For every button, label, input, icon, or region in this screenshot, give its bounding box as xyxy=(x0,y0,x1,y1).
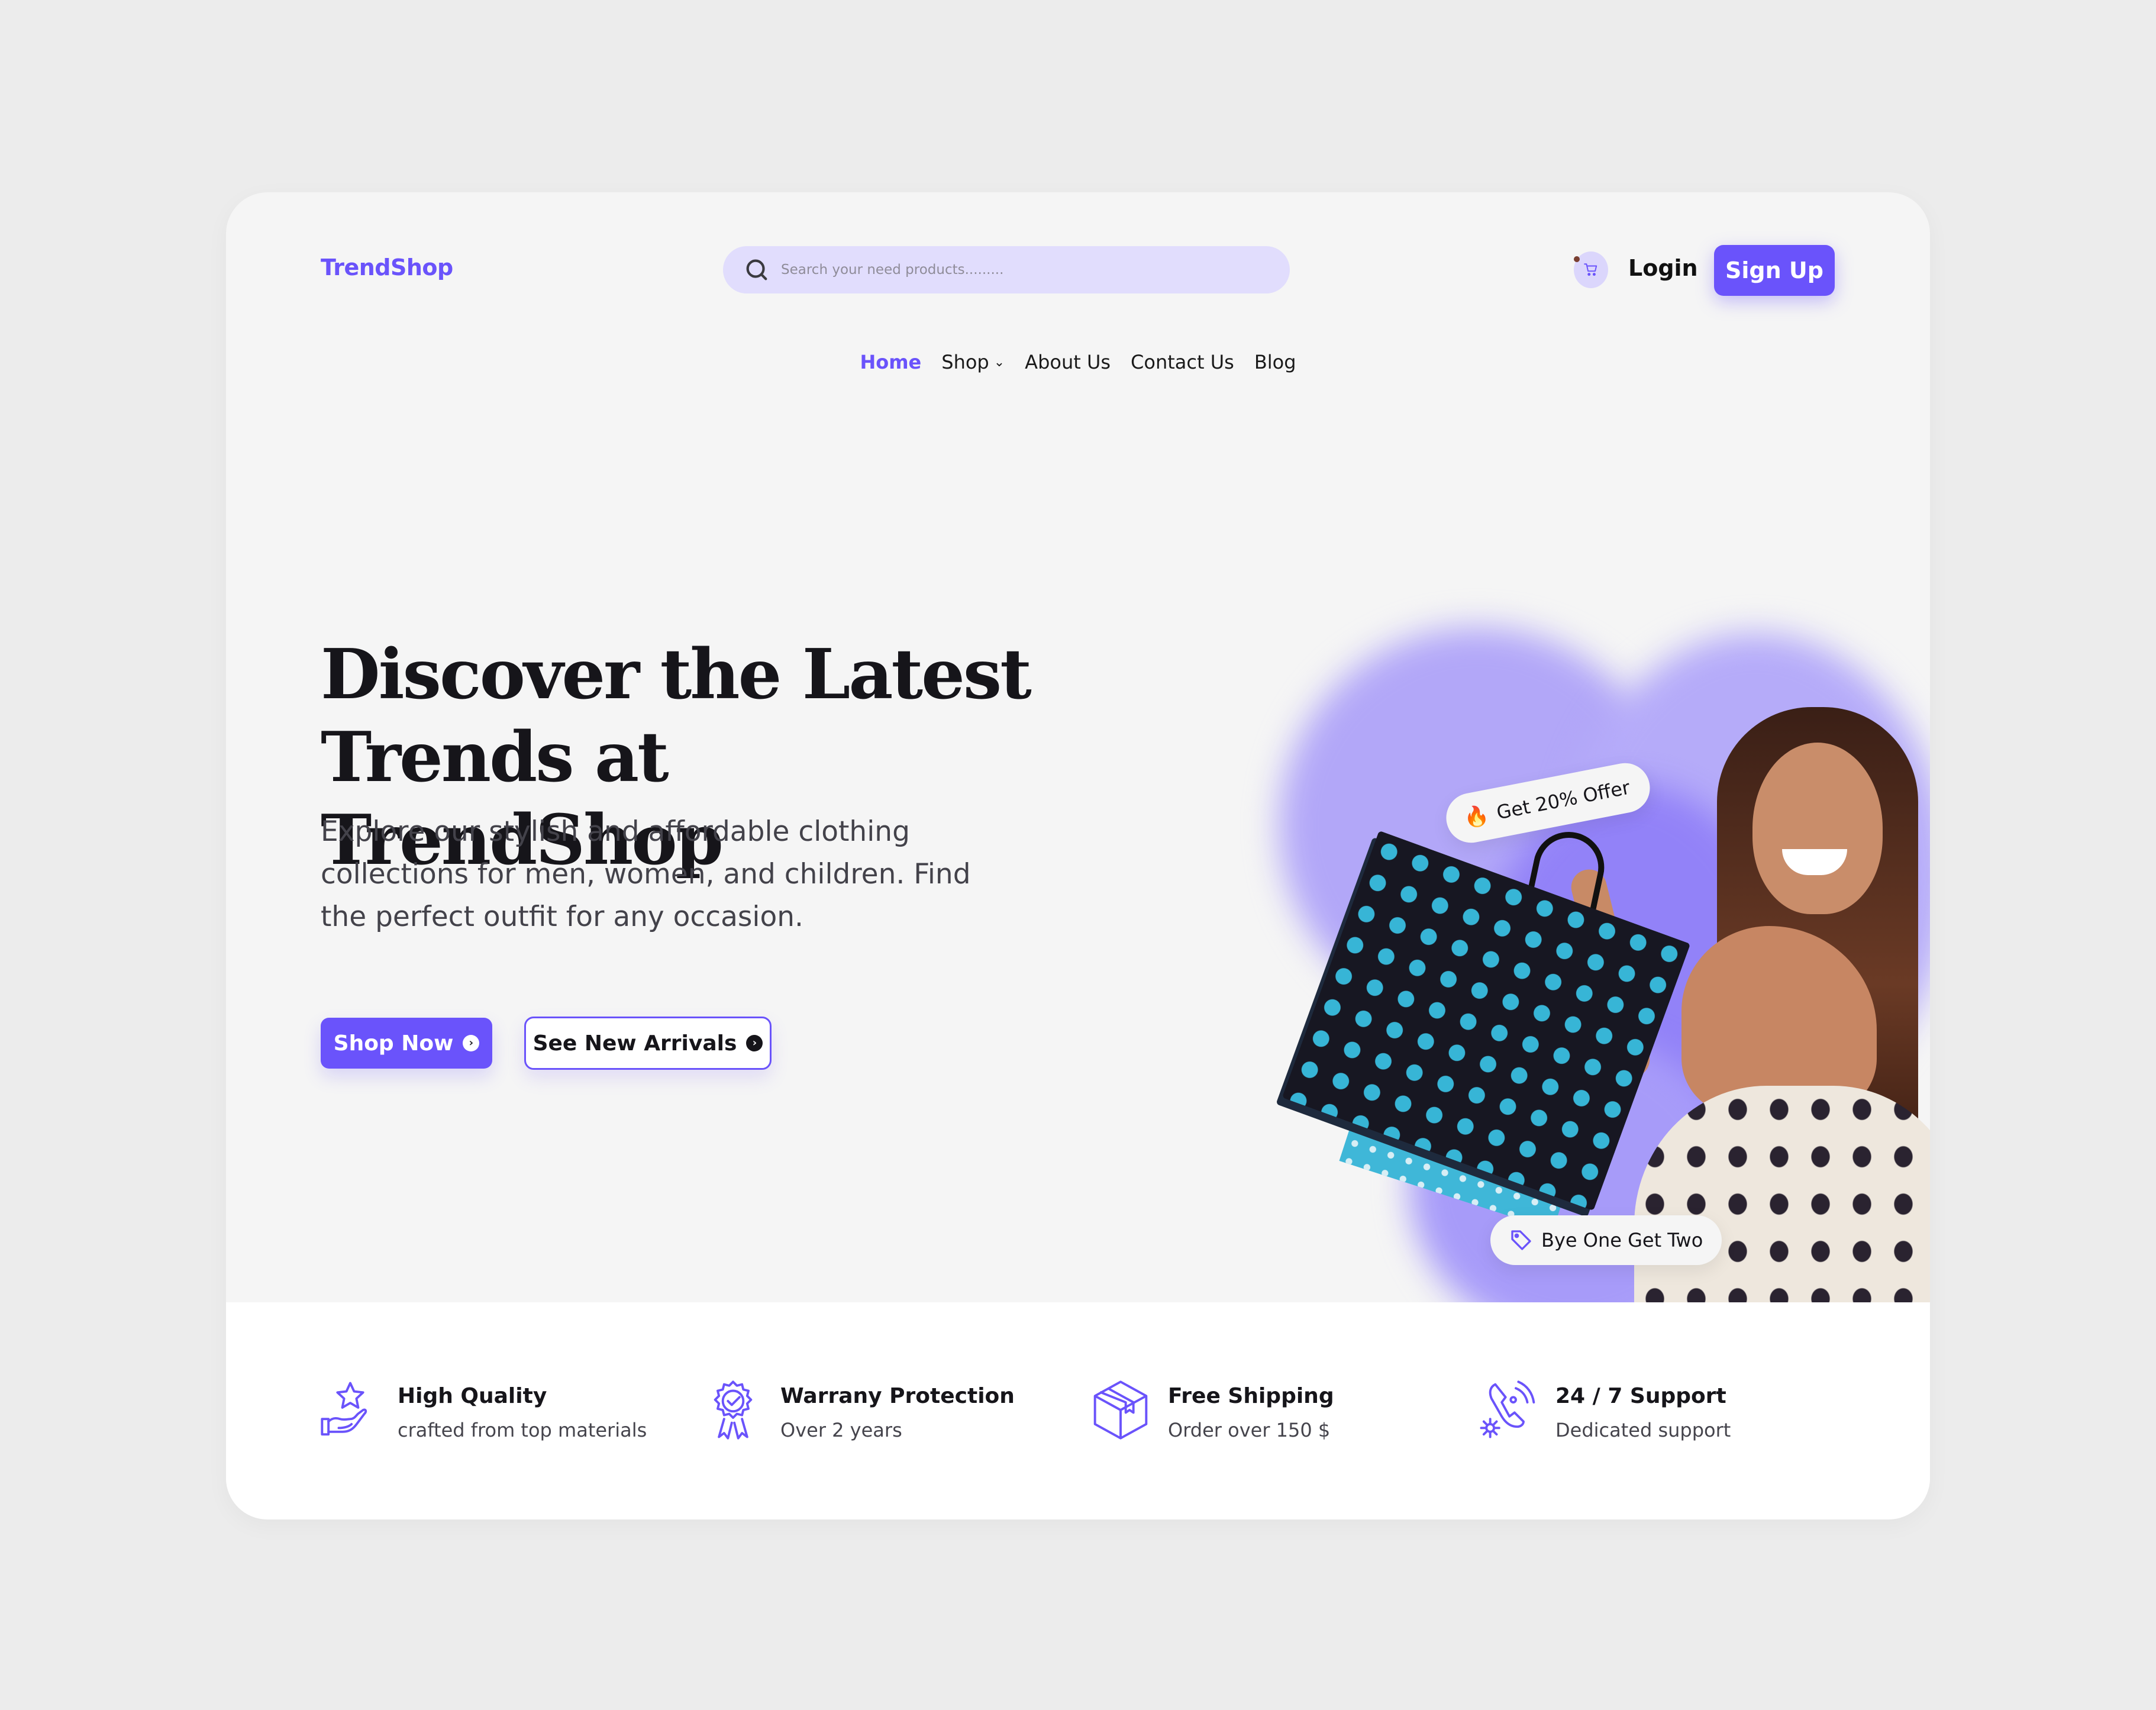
feature-item: Free Shipping Order over 150 $ xyxy=(1090,1379,1334,1441)
nav-home[interactable]: Home xyxy=(860,351,921,373)
nav-shop-label: Shop xyxy=(941,351,989,373)
chevron-down-icon: ⌄ xyxy=(993,354,1005,370)
hero-title-line1: Discover the Latest xyxy=(321,634,1032,715)
bogo-badge[interactable]: Bye One Get Two xyxy=(1490,1215,1722,1265)
nav-about-label: About Us xyxy=(1025,351,1111,373)
features-bar: High Quality crafted from top materials … xyxy=(226,1302,1930,1519)
hero-image: 🔥 Get 20% Offer Bye One Get Two xyxy=(1043,500,1930,1435)
arrow-right-icon: › xyxy=(746,1035,763,1051)
fire-icon: 🔥 xyxy=(1461,802,1492,831)
search-icon xyxy=(746,259,767,280)
cart-button[interactable] xyxy=(1574,251,1608,288)
nav-contact[interactable]: Contact Us xyxy=(1131,351,1234,373)
feature-title: High Quality xyxy=(398,1384,547,1408)
package-box-icon xyxy=(1093,1380,1148,1440)
feature-item: 24 / 7 Support Dedicated support xyxy=(1477,1379,1731,1441)
feature-item: High Quality crafted from top materials xyxy=(319,1379,647,1441)
feature-title: Warrany Protection xyxy=(780,1384,1015,1408)
shop-now-label: Shop Now xyxy=(333,1031,454,1056)
nav-home-label: Home xyxy=(860,351,922,373)
award-ribbon-icon xyxy=(714,1380,753,1440)
page-card: TrendShop Login Sign Up Home Shop⌄ About… xyxy=(226,192,1930,1519)
see-new-arrivals-button[interactable]: See New Arrivals › xyxy=(524,1017,772,1070)
nav-about[interactable]: About Us xyxy=(1025,351,1111,373)
hero-description: Explore our stylish and affordable cloth… xyxy=(321,815,971,933)
login-button[interactable]: Login xyxy=(1628,255,1698,281)
feature-title: Free Shipping xyxy=(1168,1384,1334,1408)
feature-title: 24 / 7 Support xyxy=(1555,1384,1726,1408)
feature-subtitle: Over 2 years xyxy=(780,1419,902,1441)
cart-notification-dot xyxy=(1574,256,1580,262)
nav-blog-label: Blog xyxy=(1254,351,1296,373)
price-tag-icon xyxy=(1511,1230,1531,1250)
signup-button[interactable]: Sign Up xyxy=(1714,245,1835,296)
main-nav: Home Shop ⌄ About Us Contact Us Blog xyxy=(226,351,1930,373)
bogo-badge-label: Bye One Get Two xyxy=(1541,1229,1703,1251)
nav-blog[interactable]: Blog xyxy=(1254,351,1296,373)
arrow-right-icon: › xyxy=(463,1035,480,1051)
hand-star-icon xyxy=(321,1382,367,1436)
support-headset-icon xyxy=(1480,1380,1535,1438)
feature-item: Warrany Protection Over 2 years xyxy=(702,1379,1015,1441)
shop-now-button[interactable]: Shop Now › xyxy=(321,1018,492,1069)
feature-subtitle: Order over 150 $ xyxy=(1168,1419,1331,1441)
search-bar[interactable] xyxy=(723,246,1290,293)
model-face xyxy=(1752,743,1883,914)
search-input[interactable] xyxy=(781,262,1254,278)
logo[interactable]: TrendShop xyxy=(321,254,453,280)
feature-subtitle: crafted from top materials xyxy=(398,1419,647,1441)
see-new-arrivals-label: See New Arrivals xyxy=(532,1031,737,1056)
nav-contact-label: Contact Us xyxy=(1131,351,1234,373)
nav-shop[interactable]: Shop ⌄ xyxy=(941,351,1005,373)
feature-subtitle: Dedicated support xyxy=(1555,1419,1731,1441)
cart-icon xyxy=(1584,263,1597,276)
